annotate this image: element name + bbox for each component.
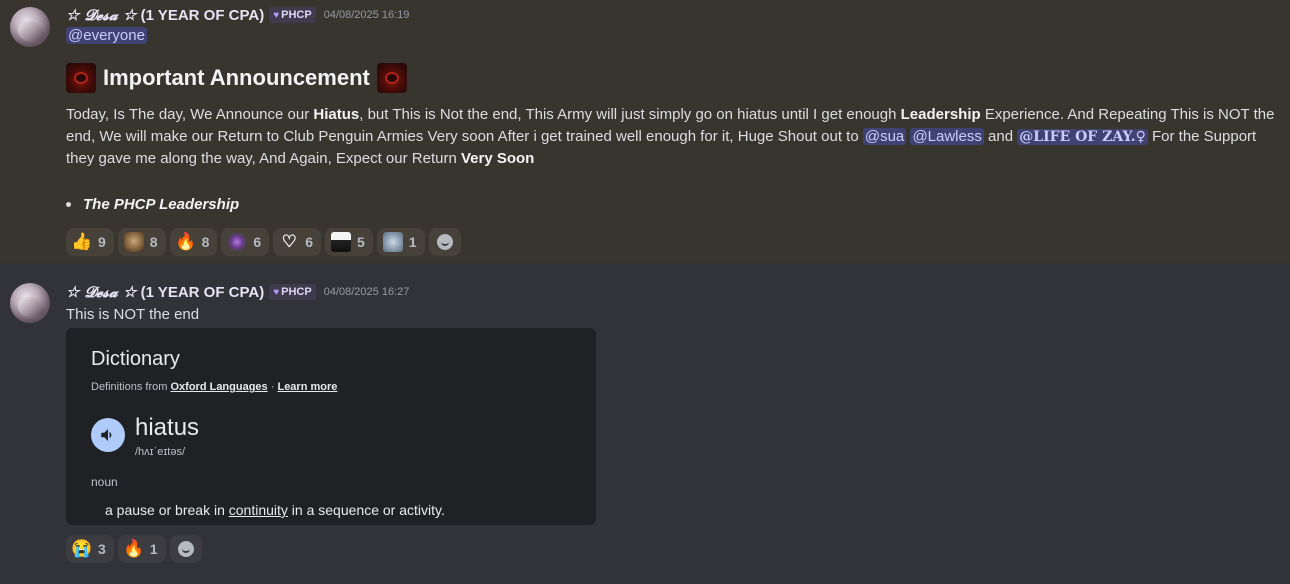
source-link[interactable]: Oxford Languages [170, 381, 267, 393]
reaction-fire[interactable]: 🔥 1 [117, 535, 166, 563]
phonetic: /hʌɪˈeɪtəs/ [135, 446, 186, 458]
separator: · [270, 381, 275, 393]
definitions-source: Definitions from Oxford Languages · Lear… [91, 381, 337, 393]
username-suffix[interactable]: (1 YEAR OF CPA) [141, 7, 265, 24]
bold-text: Leadership [900, 106, 981, 123]
username-text[interactable]: ☆ 𝓓𝓮𝓼𝓪 ☆ [66, 283, 136, 301]
guild-tag[interactable]: ♥ PHCP [269, 7, 316, 23]
crying-face-icon: 😭 [71, 539, 93, 558]
reaction-custom-wolf[interactable]: 1 [376, 228, 425, 256]
mention-user[interactable]: @LIFE OF ZAY.♀ [1017, 129, 1148, 145]
dictionary-embed-image[interactable]: Dictionary Definitions from Oxford Langu… [66, 328, 596, 525]
bw-character-icon [330, 232, 351, 252]
reaction-custom-bw[interactable]: 5 [324, 228, 373, 256]
mention-everyone[interactable]: @everyone [66, 27, 147, 44]
bullet-text: The PHCP Leadership [83, 196, 240, 213]
dog-emoji-icon [123, 232, 144, 252]
reaction-thumbs-up[interactable]: 👍 9 [66, 228, 114, 256]
speaker-icon[interactable] [91, 418, 125, 452]
reaction-count: 6 [305, 234, 313, 250]
reaction-custom-dog[interactable]: 8 [117, 228, 166, 256]
reaction-count: 8 [201, 234, 210, 250]
fire-icon: 🔥 [123, 539, 145, 558]
reactions-bar: 👍 9 8 🔥 8 6 ♡ 6 5 1 [66, 228, 461, 256]
mention-user[interactable]: @Lawless [910, 128, 984, 145]
add-reaction-button[interactable] [428, 228, 461, 256]
reaction-count: 9 [98, 234, 106, 250]
text-span: and [983, 128, 1018, 145]
guild-tag-label: PHCP [281, 286, 312, 298]
bullet-dot [66, 202, 71, 207]
add-reaction-button[interactable] [169, 535, 202, 563]
reactions-bar: 😭 3 🔥 1 [66, 535, 202, 563]
bold-text: Hiatus [313, 106, 360, 123]
purple-figure-icon [227, 232, 248, 252]
reaction-count: 1 [149, 541, 158, 557]
message-1: ☆ 𝓓𝓮𝓼𝓪 ☆ (1 YEAR OF CPA) ♥ PHCP 04/08/20… [0, 0, 1290, 263]
from-prefix: Definitions from [91, 381, 168, 393]
text-span: , but This is Not the end, This Army wil… [359, 106, 901, 123]
timestamp[interactable]: 04/08/2025 16:19 [324, 9, 410, 21]
bold-text: Very Soon [460, 150, 535, 167]
dictionary-title: Dictionary [91, 348, 180, 370]
definition: a pause or break in continuity in a sequ… [105, 502, 445, 518]
custom-emoji-icon[interactable] [376, 63, 407, 93]
message-header: ☆ 𝓓𝓮𝓼𝓪 ☆ (1 YEAR OF CPA) ♥ PHCP 04/08/20… [66, 283, 409, 301]
reaction-crying[interactable]: 😭 3 [66, 535, 114, 563]
custom-emoji-icon[interactable] [66, 63, 96, 93]
heart-icon: ♥ [273, 286, 280, 298]
part-of-speech: noun [91, 475, 118, 489]
add-reaction-icon [436, 234, 453, 250]
reaction-count: 1 [408, 234, 417, 250]
definition-link[interactable]: continuity [229, 502, 288, 518]
dictionary-word: hiatus [135, 414, 200, 441]
username[interactable]: ☆ 𝓓𝓮𝓼𝓪 ☆ (1 YEAR OF CPA) [66, 283, 264, 301]
reaction-custom-purple[interactable]: 6 [221, 228, 270, 256]
reaction-count: 5 [356, 234, 365, 250]
mention-user[interactable]: @sua [862, 128, 907, 145]
timestamp[interactable]: 04/08/2025 16:27 [324, 286, 410, 298]
avatar[interactable] [10, 283, 50, 323]
message-header: ☆ 𝓓𝓮𝓼𝓪 ☆ (1 YEAR OF CPA) ♥ PHCP 04/08/20… [66, 6, 409, 24]
heart-icon: ♥ [273, 9, 280, 21]
wolf-emoji-icon [382, 232, 403, 252]
learn-more-link[interactable]: Learn more [277, 381, 337, 393]
guild-tag-label: PHCP [281, 9, 312, 21]
username-suffix[interactable]: (1 YEAR OF CPA) [141, 284, 265, 301]
username[interactable]: ☆ 𝓓𝓮𝓼𝓪 ☆ (1 YEAR OF CPA) [66, 6, 264, 24]
thumbs-up-icon: 👍 [71, 232, 93, 251]
reaction-count: 3 [98, 541, 106, 557]
reaction-fire[interactable]: 🔥 8 [169, 228, 218, 256]
avatar[interactable] [10, 7, 50, 47]
announcement-text: Today, Is The day, We Announce our Hiatu… [66, 104, 1280, 170]
definition-text: a pause or break in [105, 502, 229, 518]
username-text[interactable]: ☆ 𝓓𝓮𝓼𝓪 ☆ [66, 6, 136, 24]
message-text: This is NOT the end [66, 306, 200, 323]
white-heart-icon: ♡ [281, 232, 297, 251]
bullet-item: The PHCP Leadership [66, 196, 239, 213]
fire-icon: 🔥 [175, 232, 197, 251]
reaction-white-heart[interactable]: ♡ 6 [273, 228, 321, 256]
announcement-heading: Important Announcement [66, 63, 407, 93]
text-span: Today, Is The day, We Announce our [66, 106, 314, 123]
reaction-count: 8 [149, 234, 158, 250]
add-reaction-icon [177, 541, 194, 557]
guild-tag[interactable]: ♥ PHCP [269, 284, 316, 300]
heading-text: Important Announcement [103, 65, 370, 90]
definition-text: in a sequence or activity. [287, 502, 445, 518]
reaction-count: 6 [253, 234, 262, 250]
